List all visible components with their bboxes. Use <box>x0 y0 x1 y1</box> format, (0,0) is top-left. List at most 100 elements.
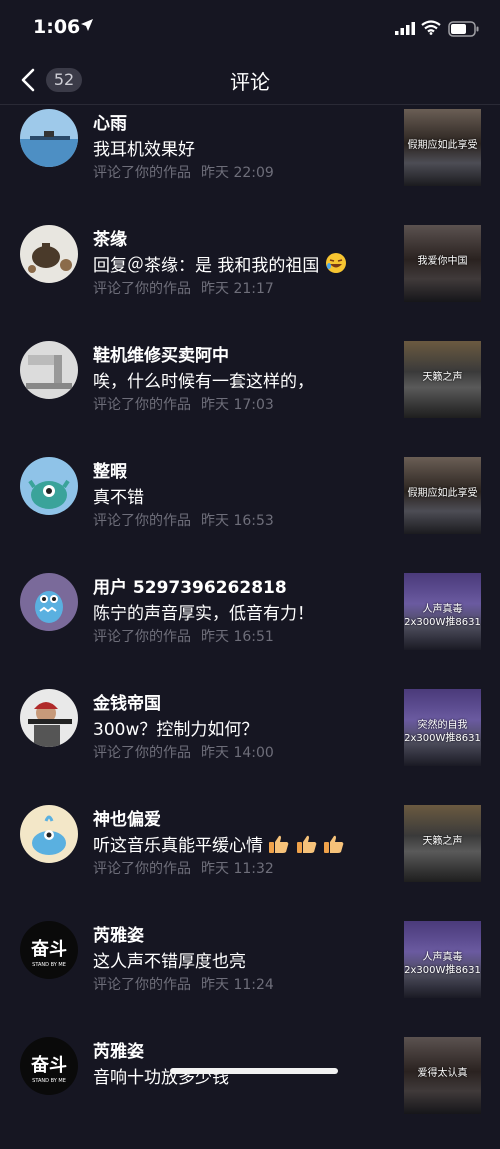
thumbs-up-emoji-icon <box>269 835 289 853</box>
cartoon-monster-avatar-image <box>20 457 78 515</box>
thumbnail-caption: 天籁之声 <box>422 372 463 383</box>
comment-action: 评论了你的作品 <box>93 861 191 877</box>
avatar[interactable]: 奋斗 STAND BY ME <box>20 921 78 979</box>
avatar[interactable] <box>20 689 78 747</box>
avatar-logo-text: 奋斗 <box>30 1054 67 1076</box>
avatar[interactable] <box>20 225 78 283</box>
comment-meta: 评论了你的作品 昨天 14:00 <box>93 742 274 762</box>
commenter-name[interactable]: 鞋机维修买卖阿中 <box>93 341 229 366</box>
cartoon-creature-avatar-image <box>20 805 78 863</box>
comment-row[interactable]: 茶缘 回复＠茶缘：是 我和我的祖国 评论了你的作品 昨天 21:17 我爱你中国 <box>0 221 500 337</box>
home-indicator[interactable] <box>170 1068 338 1074</box>
fendou-logo-avatar: 奋斗 STAND BY ME <box>20 1037 78 1095</box>
thumbnail-caption: 天籁之声 <box>422 836 463 847</box>
comment-meta: 评论了你的作品 昨天 16:51 <box>93 626 274 646</box>
comment-text-body: 听这音乐真能平缓心情 <box>93 836 263 856</box>
avatar[interactable] <box>20 109 78 167</box>
comment-time: 昨天 17:03 <box>201 397 274 413</box>
video-thumbnail[interactable]: 天籁之声 <box>404 341 481 418</box>
commenter-name[interactable]: 金钱帝国 <box>93 689 161 714</box>
video-thumbnail[interactable]: 天籁之声 <box>404 805 481 882</box>
thumbs-up-emoji-icon <box>296 835 317 853</box>
avatar[interactable]: 奋斗 STAND BY ME <box>20 1037 78 1095</box>
comment-text: 这人声不错厚度也亮 <box>93 952 246 972</box>
avatar-logo-text: 奋斗 <box>30 938 67 960</box>
thumbnail-caption: 人声真毒 2x300W推8631 <box>404 952 481 976</box>
lake-boat-image <box>20 109 78 167</box>
thumbnail-caption: 突然的自我 2x300W推8631 <box>404 720 481 744</box>
video-thumbnail[interactable]: 爱得太认真 <box>404 1037 481 1114</box>
comment-row[interactable]: 整暇 真不错 评论了你的作品 昨天 16:53 假期应如此享受 <box>0 453 500 569</box>
comment-action: 评论了你的作品 <box>93 745 191 761</box>
avatar-logo-subtext: STAND BY ME <box>32 962 66 968</box>
comment-time: 昨天 21:17 <box>201 281 274 297</box>
location-arrow-icon <box>81 19 93 31</box>
comment-action: 评论了你的作品 <box>93 165 191 181</box>
comment-action: 评论了你的作品 <box>93 513 191 529</box>
thumbs-up-emoji-icon <box>324 835 344 853</box>
person-with-gun-image <box>20 689 78 747</box>
comment-meta: 评论了你的作品 昨天 22:09 <box>93 162 274 182</box>
comment-text: 我耳机效果好 <box>93 140 195 160</box>
cellular-signal-icon <box>395 22 415 35</box>
commenter-name[interactable]: 用户 5297396262818 <box>93 573 287 598</box>
laughing-face-emoji-icon <box>325 253 346 273</box>
page-title: 评论 <box>230 70 270 94</box>
comment-text: 陈宁的声音厚实，低音有力！ <box>93 604 314 624</box>
comment-action: 评论了你的作品 <box>93 281 191 297</box>
comment-text: 听这音乐真能平缓心情 <box>93 831 345 856</box>
commenter-name[interactable]: 芮雅姿 <box>93 921 144 946</box>
comment-row[interactable]: 奋斗 STAND BY ME 芮雅姿 这人声不错厚度也亮 评论了你的作品 昨天 1… <box>0 917 500 1033</box>
comment-time: 昨天 11:32 <box>201 861 274 877</box>
comment-time: 昨天 16:53 <box>201 513 274 529</box>
thumbnail-caption: 我爱你中国 <box>417 256 468 267</box>
video-thumbnail[interactable]: 突然的自我 2x300W推8631 <box>404 689 481 766</box>
commenter-name[interactable]: 神也偏爱 <box>93 805 161 830</box>
comment-text: 300w？控制力如何？ <box>93 720 259 740</box>
comment-time: 昨天 16:51 <box>201 629 274 645</box>
comment-text: 唉，什么时候有一套这样的， <box>93 372 314 392</box>
commenter-name[interactable]: 整暇 <box>93 457 127 482</box>
comment-row[interactable]: 心雨 我耳机效果好 评论了你的作品 昨天 22:09 假期应如此享受 <box>0 105 500 221</box>
status-time: 1:06 <box>33 16 81 38</box>
avatar[interactable] <box>20 457 78 515</box>
comment-time: 昨天 14:00 <box>201 745 274 761</box>
battery-icon <box>448 21 479 37</box>
video-thumbnail[interactable]: 人声真毒 2x300W推8631 <box>404 573 481 650</box>
video-thumbnail[interactable]: 假期应如此享受 <box>404 457 481 534</box>
thumbnail-caption: 人声真毒 2x300W推8631 <box>404 604 481 628</box>
avatar-logo-subtext: STAND BY ME <box>32 1078 66 1084</box>
comment-action: 评论了你的作品 <box>93 977 191 993</box>
commenter-name[interactable]: 芮雅姿 <box>93 1037 144 1062</box>
thumbnail-caption: 假期应如此享受 <box>407 488 478 499</box>
comment-text: 真不错 <box>93 488 144 508</box>
video-thumbnail[interactable]: 假期应如此享受 <box>404 109 481 186</box>
commenter-name[interactable]: 茶缘 <box>93 225 127 250</box>
comment-meta: 评论了你的作品 昨天 21:17 <box>93 278 274 298</box>
comment-row[interactable]: 神也偏爱 听这音乐真能平缓心情 评论了你的作品 昨天 11:32 天籁之声 <box>0 801 500 917</box>
comment-row[interactable]: 鞋机维修买卖阿中 唉，什么时候有一套这样的， 评论了你的作品 昨天 17:03 天… <box>0 337 500 453</box>
sewing-machine-image <box>20 341 78 399</box>
thumbnail-caption: 假期应如此享受 <box>407 140 478 151</box>
commenter-name[interactable]: 心雨 <box>93 109 127 134</box>
video-thumbnail[interactable]: 人声真毒 2x300W推8631 <box>404 921 481 998</box>
teapot-image <box>20 225 78 283</box>
nav-bar: 52 评论 <box>0 56 500 105</box>
comment-meta: 评论了你的作品 昨天 11:24 <box>93 974 274 994</box>
video-thumbnail[interactable]: 我爱你中国 <box>404 225 481 302</box>
comment-row[interactable]: 奋斗 STAND BY ME 芮雅姿 音响十功放多少钱 爱得太认真 <box>0 1033 500 1149</box>
comment-action: 评论了你的作品 <box>93 629 191 645</box>
comment-time: 昨天 22:09 <box>201 165 274 181</box>
avatar[interactable] <box>20 573 78 631</box>
fendou-logo-avatar: 奋斗 STAND BY ME <box>20 921 78 979</box>
comment-text: 回复＠茶缘：是 我和我的祖国 <box>93 251 347 276</box>
comment-meta: 评论了你的作品 昨天 11:32 <box>93 858 274 878</box>
comment-text: 音响十功放多少钱 <box>93 1068 229 1088</box>
comment-meta: 评论了你的作品 昨天 17:03 <box>93 394 274 414</box>
avatar[interactable] <box>20 805 78 863</box>
comment-text-body: 回复＠茶缘：是 我和我的祖国 <box>93 256 320 276</box>
comment-row[interactable]: 金钱帝国 300w？控制力如何？ 评论了你的作品 昨天 14:00 突然的自我 2… <box>0 685 500 801</box>
comment-meta: 评论了你的作品 昨天 16:53 <box>93 510 274 530</box>
comment-row[interactable]: 用户 5297396262818 陈宁的声音厚实，低音有力！ 评论了你的作品 昨天… <box>0 569 500 685</box>
avatar[interactable] <box>20 341 78 399</box>
